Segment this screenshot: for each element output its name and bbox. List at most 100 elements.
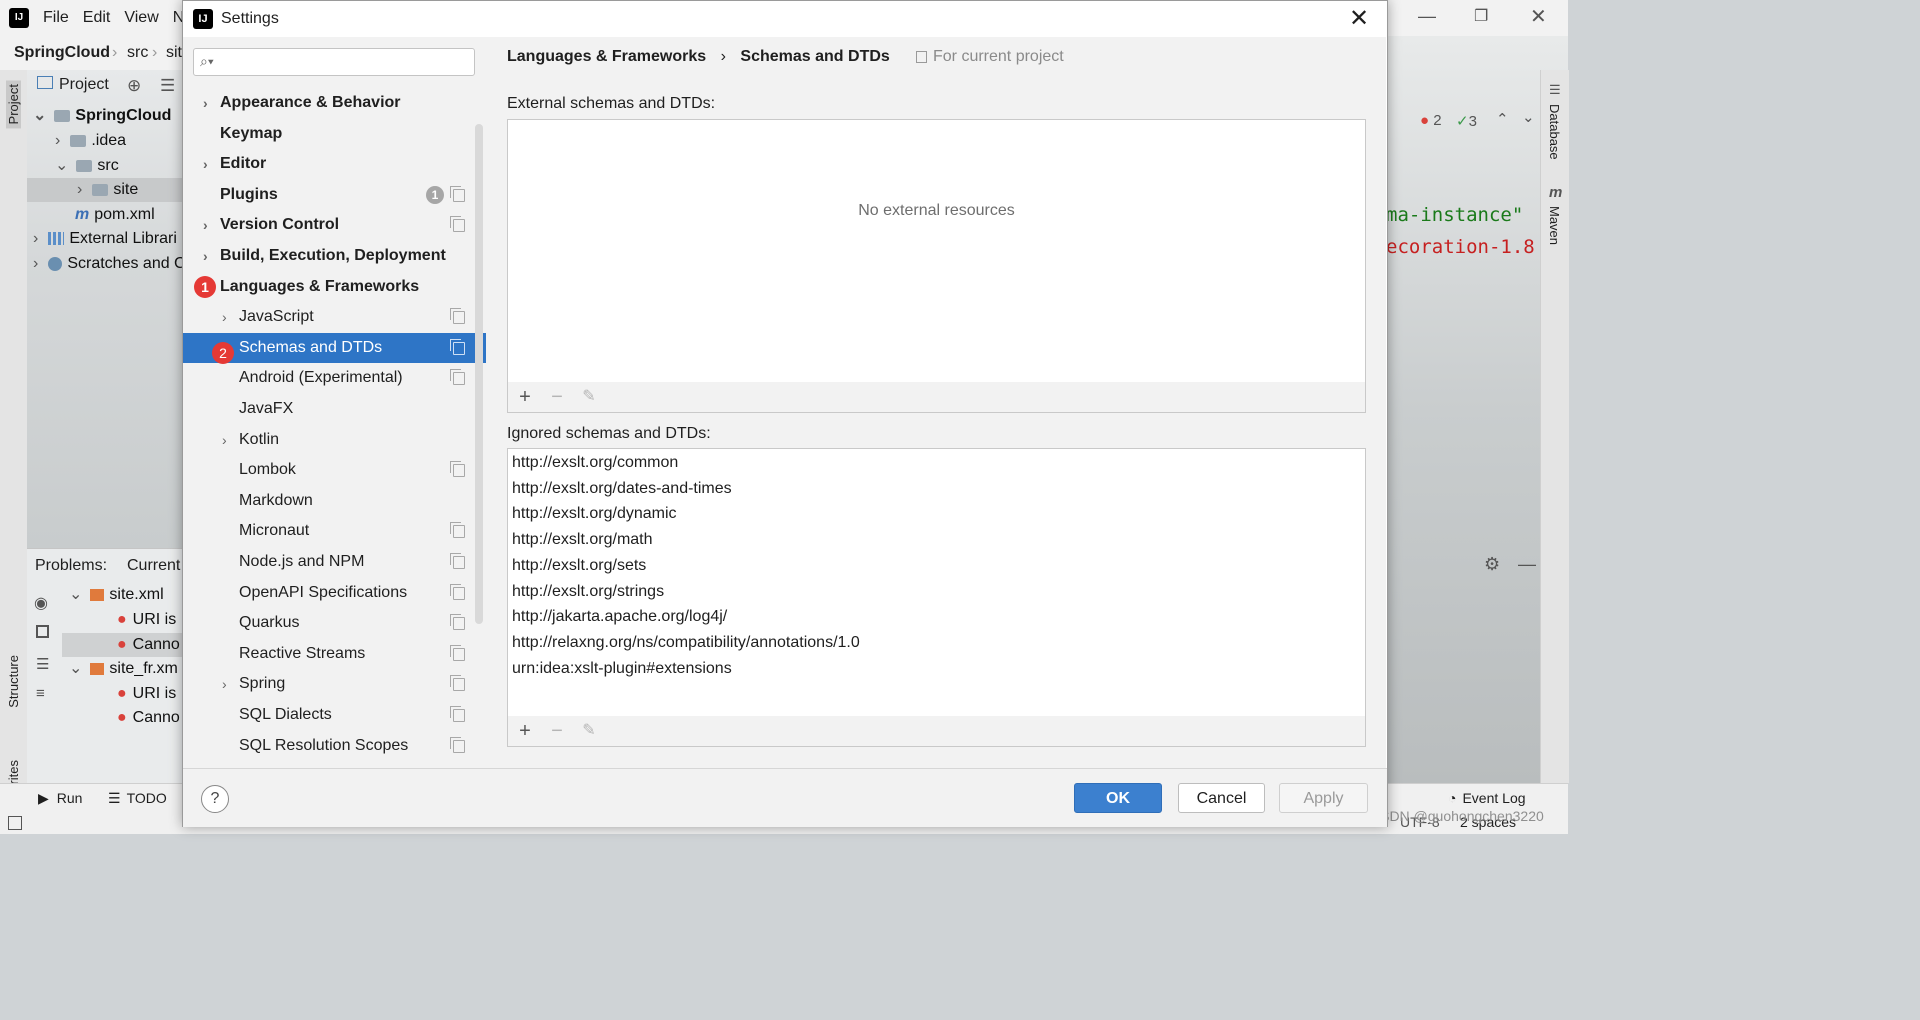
- nav-item-sql-dialects[interactable]: SQL Dialects: [183, 700, 486, 730]
- chevron-right-icon[interactable]: ›: [222, 669, 227, 699]
- window-restore-icon[interactable]: ❐: [1474, 6, 1488, 26]
- menu-item[interactable]: View: [124, 9, 158, 26]
- project-view-selector[interactable]: Project: [37, 76, 109, 94]
- nav-src[interactable]: src: [127, 44, 148, 62]
- tree-item-site[interactable]: › site: [27, 178, 183, 202]
- search-field[interactable]: [222, 52, 471, 74]
- problem-row[interactable]: ● Canno: [117, 706, 180, 730]
- ignored-schema-item[interactable]: urn:idea:xslt-plugin#extensions: [512, 656, 732, 681]
- tree-item-springcloud[interactable]: ⌄ SpringCloud: [33, 104, 171, 128]
- nav-item-kotlin[interactable]: › Kotlin: [183, 425, 486, 455]
- nav-item-label: Kotlin: [239, 430, 280, 448]
- structure-tool-tab[interactable]: Structure: [6, 655, 21, 708]
- nav-item-micronaut[interactable]: Micronaut: [183, 516, 486, 546]
- ignored-schema-item[interactable]: http://exslt.org/dynamic: [512, 501, 677, 526]
- remove-icon[interactable]: −: [546, 720, 568, 742]
- menu-item[interactable]: File: [43, 9, 69, 26]
- nav-item-quarkus[interactable]: Quarkus: [183, 608, 486, 638]
- nav-item-markdown[interactable]: Markdown: [183, 486, 486, 516]
- sidebar-scrollbar[interactable]: [475, 124, 483, 624]
- expand-all-icon[interactable]: ☰: [36, 655, 49, 673]
- help-button[interactable]: ?: [201, 785, 229, 813]
- nav-item-appearance-behavior[interactable]: › Appearance & Behavior: [183, 88, 486, 118]
- nav-site[interactable]: sit: [166, 44, 182, 62]
- apply-button[interactable]: Apply: [1279, 783, 1368, 813]
- tree-item-idea[interactable]: › .idea: [55, 129, 126, 153]
- eye-icon[interactable]: ◉: [34, 593, 48, 613]
- nav-item-label: Editor: [220, 155, 267, 173]
- menu-item[interactable]: Edit: [83, 9, 111, 26]
- ignored-schema-item[interactable]: http://exslt.org/math: [512, 527, 653, 552]
- chevron-right-icon[interactable]: ›: [203, 210, 208, 240]
- close-icon[interactable]: ✕: [1345, 5, 1373, 33]
- arrow-up-icon[interactable]: ⌃: [1496, 110, 1509, 128]
- nav-item-lombok[interactable]: Lombok: [183, 455, 486, 485]
- maven-tool-tab[interactable]: Maven: [1547, 206, 1562, 245]
- nav-item-editor[interactable]: › Editor: [183, 149, 486, 179]
- nav-item-plugins[interactable]: Plugins 1: [183, 180, 486, 210]
- remove-icon[interactable]: −: [546, 386, 568, 408]
- external-schemas-list[interactable]: No external resources: [507, 119, 1366, 383]
- nav-item-android-experimental[interactable]: Android (Experimental): [183, 363, 486, 393]
- nav-item-openapi-specifications[interactable]: OpenAPI Specifications: [183, 578, 486, 608]
- problem-row[interactable]: ● URI is: [117, 608, 176, 632]
- settings-gear-icon[interactable]: ⚙: [1484, 554, 1500, 575]
- problem-file-site[interactable]: ⌄ site.xml: [69, 583, 164, 607]
- chevron-right-icon[interactable]: ›: [203, 241, 208, 271]
- window-close-icon[interactable]: ✕: [1530, 4, 1547, 29]
- chevron-right-icon[interactable]: ›: [203, 88, 208, 118]
- event-log-tab[interactable]: ◔ Event Log: [1448, 790, 1526, 806]
- problem-file-site-fr[interactable]: ⌄ site_fr.xm: [69, 657, 178, 681]
- nav-item-version-control[interactable]: › Version Control: [183, 210, 486, 240]
- ignored-schema-item[interactable]: http://exslt.org/dates-and-times: [512, 476, 732, 501]
- nav-item-javascript[interactable]: › JavaScript: [183, 302, 486, 332]
- ok-button[interactable]: OK: [1074, 783, 1162, 813]
- nav-item-schemas-and-dtds[interactable]: Schemas and DTDs 2: [183, 332, 486, 364]
- locate-icon[interactable]: ⊕: [127, 76, 141, 96]
- nav-item-javafx[interactable]: JavaFX: [183, 394, 486, 424]
- nav-project[interactable]: SpringCloud: [14, 44, 110, 62]
- ignored-schemas-list[interactable]: http://exslt.org/common http://exslt.org/…: [507, 448, 1366, 717]
- ignored-schema-item[interactable]: http://relaxng.org/ns/compatibility/anno…: [512, 630, 860, 655]
- chevron-right-icon[interactable]: ›: [222, 302, 227, 332]
- database-tool-tab[interactable]: Database: [1547, 104, 1562, 160]
- arrow-down-icon[interactable]: ⌄: [1522, 108, 1535, 126]
- nav-item-reactive-streams[interactable]: Reactive Streams: [183, 639, 486, 669]
- problem-row[interactable]: ● URI is: [117, 682, 176, 706]
- chevron-right-icon: ›: [77, 181, 83, 198]
- nav-item-node-js-and-npm[interactable]: Node.js and NPM: [183, 547, 486, 577]
- tree-item-pom[interactable]: m pom.xml: [75, 203, 155, 227]
- hide-panel-icon[interactable]: —: [1518, 554, 1536, 575]
- tree-item-label: Scratches and C: [67, 255, 186, 272]
- chevron-right-icon[interactable]: ›: [222, 425, 227, 455]
- nav-item-keymap[interactable]: Keymap: [183, 119, 486, 149]
- tree-item-external-libraries[interactable]: › External Librari: [33, 227, 177, 251]
- ignored-schema-item[interactable]: http://exslt.org/sets: [512, 553, 646, 578]
- chevron-right-icon[interactable]: ›: [203, 149, 208, 179]
- collapse-icon[interactable]: ☰: [160, 76, 175, 96]
- collapse-all-icon[interactable]: ≡: [36, 685, 45, 702]
- run-tool-tab[interactable]: ▶ Run: [38, 790, 82, 807]
- ignored-schema-item[interactable]: http://jakarta.apache.org/log4j/: [512, 604, 727, 629]
- nav-item-languages-frameworks[interactable]: Languages & Frameworks 1: [183, 272, 486, 302]
- problem-row[interactable]: ● Canno: [62, 633, 183, 657]
- edit-pencil-icon[interactable]: ✎: [578, 386, 600, 408]
- nav-item-build-execution-deployment[interactable]: › Build, Execution, Deployment: [183, 241, 486, 271]
- preview-icon[interactable]: [36, 625, 49, 638]
- edit-pencil-icon[interactable]: ✎: [578, 720, 600, 742]
- problems-tab-current[interactable]: Current: [127, 557, 180, 575]
- breadcrumb-parent[interactable]: Languages & Frameworks: [507, 48, 706, 65]
- tree-item-src[interactable]: ⌄ src: [55, 154, 119, 178]
- add-icon[interactable]: +: [514, 720, 536, 742]
- window-minimize-icon[interactable]: —: [1418, 6, 1436, 27]
- nav-item-spring[interactable]: › Spring: [183, 669, 486, 699]
- nav-item-sql-resolution-scopes[interactable]: SQL Resolution Scopes: [183, 731, 486, 761]
- ignored-schema-item[interactable]: http://exslt.org/common: [512, 450, 678, 475]
- project-tool-tab[interactable]: Project: [6, 80, 21, 129]
- add-icon[interactable]: +: [514, 386, 536, 408]
- cancel-button[interactable]: Cancel: [1178, 783, 1265, 813]
- todo-tool-tab[interactable]: ☰ TODO: [108, 790, 167, 807]
- settings-search-input[interactable]: ⌕▾: [193, 48, 475, 76]
- ignored-schema-item[interactable]: http://exslt.org/strings: [512, 579, 664, 604]
- tree-item-scratches[interactable]: › Scratches and C: [33, 252, 186, 276]
